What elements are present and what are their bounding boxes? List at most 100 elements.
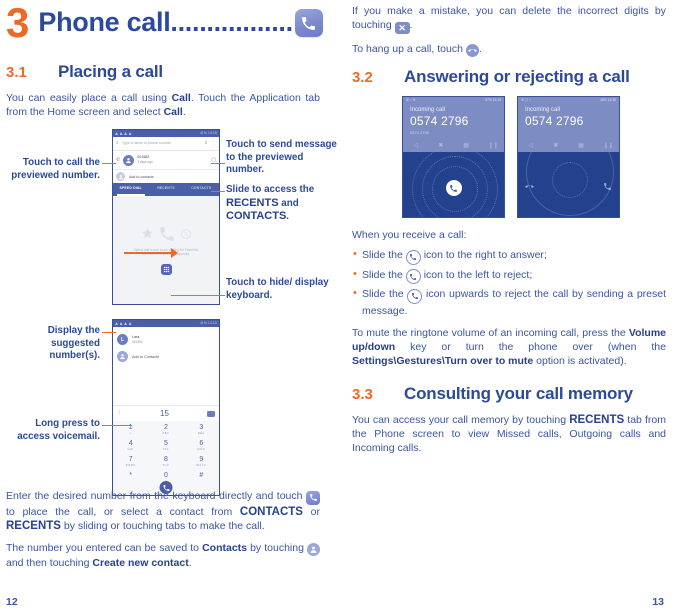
p2-text-b: by touching xyxy=(247,541,307,554)
list-item[interactable]: L Lara 001582 xyxy=(113,331,219,348)
call-screen-body xyxy=(403,152,504,217)
phone-circle-icon xyxy=(405,249,421,265)
call-screen-body xyxy=(518,152,619,217)
add-to-contacts-row[interactable]: Add to contacts xyxy=(113,170,219,183)
key-letters: MNO xyxy=(197,447,206,451)
key-6[interactable]: 6 MNO xyxy=(184,437,219,453)
incoming-call-figures: ✆ ⌁ ⬆ 97% 14:19 Incoming call 0574 2796 … xyxy=(402,96,666,218)
call-screen-reject: ✆ ▢ ⌁ 48% 14:35 Incoming call 0574 2796 … xyxy=(517,96,620,218)
tab-speed-dial[interactable]: SPEED DIAL xyxy=(113,183,148,194)
bullet-text-b: icon to the right to answer; xyxy=(420,249,547,261)
hold-icon[interactable]: ❙❙ xyxy=(603,143,613,149)
key-letters: TUV xyxy=(162,463,170,467)
paragraph-hang-up: To hang up a call, touch . xyxy=(352,42,666,57)
incoming-call-label: Incoming call xyxy=(410,107,446,113)
section-number: 3.2 xyxy=(352,69,373,86)
key-4[interactable]: 4 GHI xyxy=(113,437,148,453)
key-3[interactable]: 3 DEF xyxy=(184,421,219,437)
hold-icon[interactable]: ❙❙ xyxy=(488,143,498,149)
key-digit: 7 xyxy=(128,455,133,463)
dialed-value: 15 xyxy=(160,409,169,418)
mute-icon[interactable]: ✖ xyxy=(553,143,559,149)
message-icon[interactable]: ▢ xyxy=(211,157,216,163)
key-digit: 5 xyxy=(164,439,168,447)
mute-icon[interactable]: ✖ xyxy=(438,143,444,149)
key-digit: 2 xyxy=(164,423,168,431)
chapter-number: 3 xyxy=(6,0,29,46)
page-number-right: 13 xyxy=(652,596,664,608)
key-hash[interactable]: # xyxy=(184,469,219,485)
key-digit: * xyxy=(129,471,133,479)
phone-circle-icon xyxy=(405,269,421,284)
callout-send-message: Touch to send message to the previewed n… xyxy=(226,139,337,175)
key-5[interactable]: 5 JKL xyxy=(148,437,183,453)
answer-call-button[interactable] xyxy=(445,180,462,196)
mute-text-c: option is activated). xyxy=(533,354,627,367)
status-text-right: 48% 14:35 xyxy=(600,98,616,102)
right-column: If you make a mistake, you can delete th… xyxy=(340,0,674,614)
leader-line xyxy=(102,332,116,334)
dialpad-icon[interactable]: ▦ xyxy=(463,143,469,149)
avatar xyxy=(123,154,135,166)
swipe-arrow-head xyxy=(171,248,178,258)
leader-line xyxy=(102,163,116,165)
key-digit: 0 xyxy=(164,471,168,479)
list-item[interactable]: Add to Contacts xyxy=(113,348,219,365)
p1-text-a: Enter the desired number from the keyboa… xyxy=(6,490,306,502)
key-2[interactable]: 2 ABC xyxy=(148,421,183,437)
callout-call-previewed: Touch to call the previewed number. xyxy=(11,157,100,181)
leader-line xyxy=(171,295,225,297)
speed-dial-illustration xyxy=(141,225,192,243)
add-contact-icon xyxy=(117,351,128,362)
section-3-1-heading: 3.1 Placing a call xyxy=(6,62,320,82)
intro-bold-2: Call xyxy=(163,106,183,118)
status-bar: ✆ ▢ ⌁ 48% 14:35 xyxy=(521,98,616,102)
phone-icon xyxy=(159,226,174,241)
speaker-icon[interactable]: ◁ xyxy=(413,143,419,149)
key-digit: # xyxy=(199,471,204,479)
search-placeholder: Type a name or phone number xyxy=(121,141,171,145)
answer-call-icon[interactable] xyxy=(603,178,612,190)
more-vert-icon[interactable]: ⋮ xyxy=(211,141,216,146)
add-to-contacts-label: Add to Contacts xyxy=(132,354,160,359)
spacer xyxy=(113,365,219,405)
paragraph-call-memory: You can access your call memory by touch… xyxy=(352,413,666,455)
leader-line xyxy=(102,425,132,427)
tab-recents[interactable]: RECENTS xyxy=(148,183,183,194)
leader-line xyxy=(211,191,225,193)
preview-number-row[interactable]: ✆ 001582 3 days ago ▢ xyxy=(113,151,219,170)
key-9[interactable]: 9 WXYZ xyxy=(184,453,219,469)
backspace-icon[interactable] xyxy=(207,410,215,417)
key-1[interactable]: 1 ∞ xyxy=(113,421,148,437)
key-letters: GHI xyxy=(127,447,134,451)
speaker-icon[interactable]: ◁ xyxy=(528,143,534,149)
status-text-right: 41% 14:15 xyxy=(199,131,217,135)
status-bar: ✆ ⌁ ⬆ 97% 14:19 xyxy=(406,98,501,102)
intro-paragraph: You can easily place a call using Call. … xyxy=(6,91,320,119)
dialpad-icon[interactable] xyxy=(160,263,172,275)
paragraph-save-contact: The number you entered can be saved to C… xyxy=(6,541,320,570)
call-actions: ◁ ✖ ▦ ❙❙ xyxy=(403,143,504,149)
callout-slide-text-1: Slide to access the xyxy=(226,184,315,195)
status-icons-left xyxy=(115,322,132,325)
key-8[interactable]: 8 TUV xyxy=(148,453,183,469)
search-icon: ⌕ xyxy=(116,140,119,146)
search-input[interactable]: ⌕ Type a name or phone number ⇩ ⋮ xyxy=(113,137,219,151)
reject-call-icon[interactable] xyxy=(525,178,534,188)
phone-small-icon[interactable]: ✆ xyxy=(116,157,120,163)
section-title: Answering or rejecting a call xyxy=(404,67,630,86)
p2-text-c: and then touching xyxy=(6,556,93,569)
swipe-arrow-stem xyxy=(124,252,172,255)
key-letters: PQRS xyxy=(125,463,136,467)
p2-bold-contacts: Contacts xyxy=(202,541,248,554)
caller-sub-number: 0574 2796 xyxy=(410,130,429,135)
phone-icon xyxy=(294,9,323,37)
add-contact-icon xyxy=(307,542,320,556)
key-7[interactable]: 7 PQRS xyxy=(113,453,148,469)
dialpad-icon[interactable]: ▦ xyxy=(578,143,584,149)
key-star[interactable]: * xyxy=(113,469,148,485)
mic-icon[interactable]: ⇩ xyxy=(204,141,208,146)
p2-text-a: The number you entered can be saved to xyxy=(6,541,203,554)
suggestion-list: L Lara 001582 Add to Contacts xyxy=(113,327,219,365)
status-icons-left: ✆ ⌁ ⬆ xyxy=(406,98,416,102)
